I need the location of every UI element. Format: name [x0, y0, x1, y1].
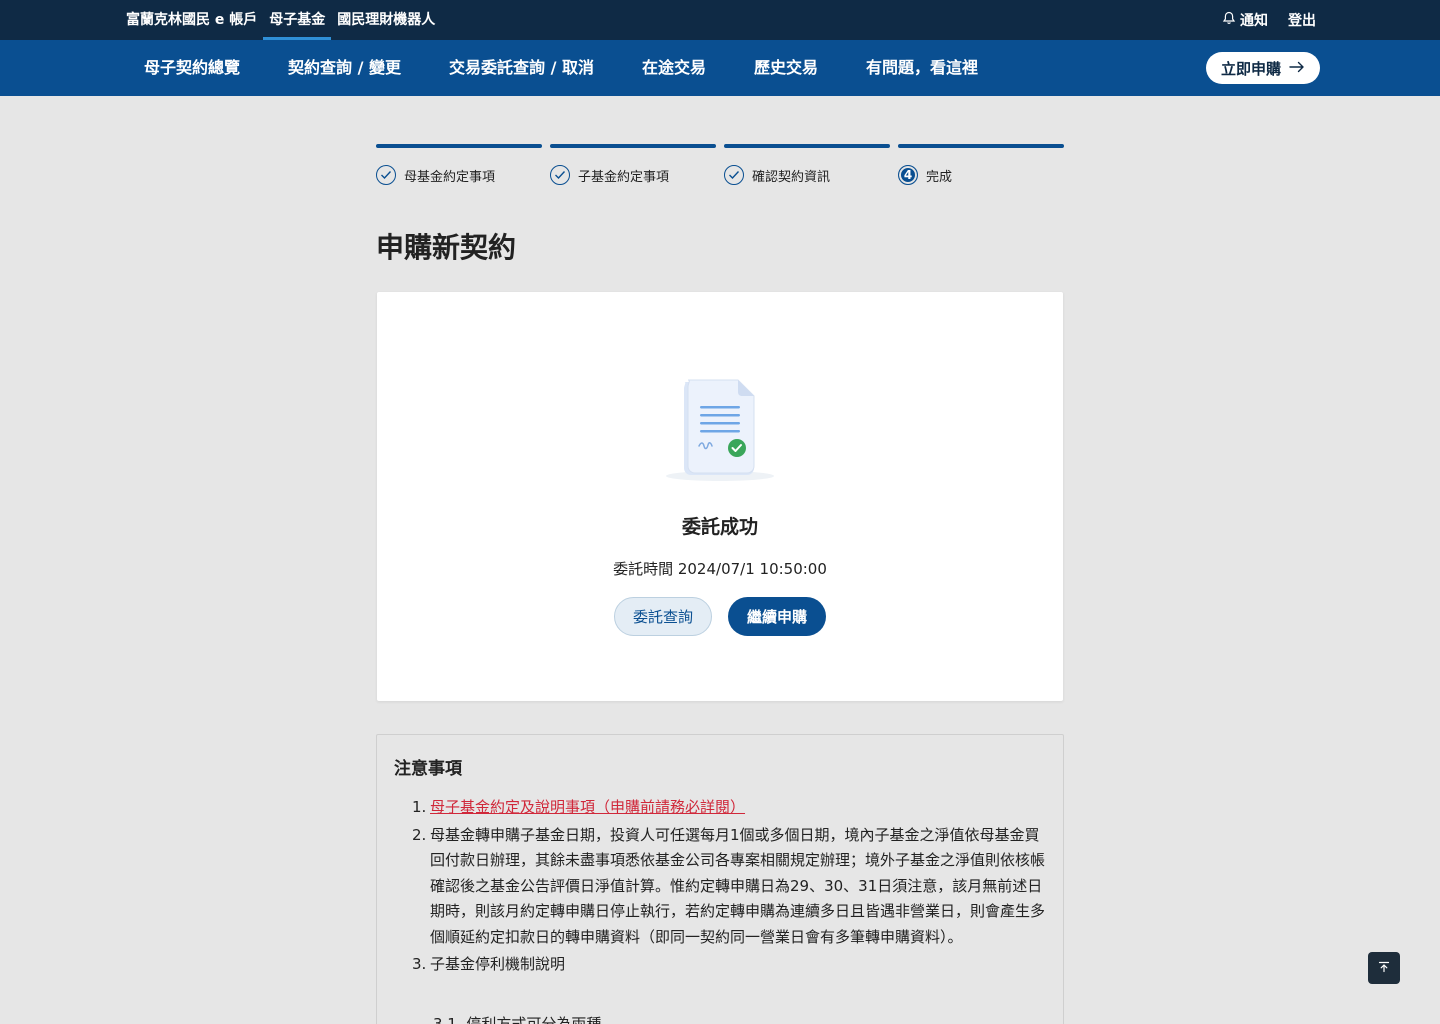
- note-text: 母基金轉申購子基金日期，投資人可任選每月1個或多個日期，境內子基金之淨值依母基金…: [430, 825, 1046, 946]
- step-1: 母基金約定事項: [376, 144, 542, 185]
- nav-pending-transactions[interactable]: 在途交易: [618, 40, 730, 96]
- step-2: 子基金約定事項: [550, 144, 716, 185]
- list-item: 1. 母子基金約定及說明事項（申購前請務必詳閱）: [412, 795, 1048, 821]
- main-navigation: 母子契約總覽 契約查詢 / 變更 交易委託查詢 / 取消 在途交易 歷史交易 有…: [0, 40, 1440, 96]
- success-title: 委託成功: [681, 516, 758, 538]
- entrust-time: 委託時間 2024/07/1 10:50:00: [613, 560, 827, 578]
- main-nav-items: 母子契約總覽 契約查詢 / 變更 交易委託查詢 / 取消 在途交易 歷史交易 有…: [120, 40, 1002, 96]
- step-label: 確認契約資訊: [752, 169, 831, 185]
- page-title: 申購新契約: [376, 231, 517, 264]
- apply-now-button[interactable]: 立即申購: [1206, 52, 1320, 84]
- document-success-icon: [660, 376, 780, 486]
- top-link-robo-advisor[interactable]: 國民理財機器人: [331, 0, 441, 40]
- arrow-up-to-top-icon: [1377, 959, 1391, 978]
- check-circle-icon: [376, 165, 396, 185]
- step-3: 確認契約資訊: [724, 144, 890, 185]
- top-links: 富蘭克林國民 e 帳戶 母子基金 國民理財機器人: [120, 0, 441, 40]
- top-right-actions: 通知 登出: [1222, 0, 1316, 40]
- step-4: 4 完成: [898, 144, 1064, 185]
- terms-link[interactable]: 母子基金約定及說明事項（申購前請務必詳閱）: [430, 798, 745, 816]
- nav-history-transactions[interactable]: 歷史交易: [730, 40, 842, 96]
- logout-link[interactable]: 登出: [1288, 10, 1316, 30]
- notes-section: 注意事項 1. 母子基金約定及說明事項（申購前請務必詳閱） 2. 母基金轉申購子…: [376, 734, 1064, 1024]
- bell-icon: [1222, 11, 1236, 29]
- step-label: 母基金約定事項: [404, 169, 496, 185]
- check-circle-icon: [724, 165, 744, 185]
- top-utility-bar: 富蘭克林國民 e 帳戶 母子基金 國民理財機器人 通知 登出: [0, 0, 1440, 40]
- top-link-mother-child-fund[interactable]: 母子基金: [263, 0, 332, 40]
- step-bar: [376, 144, 542, 148]
- sub-item-text: 3.1. 停利方式可分為兩種: [433, 1015, 602, 1024]
- step-number-badge: 4: [898, 165, 918, 185]
- list-item: 3. 子基金停利機制說明: [412, 952, 1048, 978]
- order-query-button[interactable]: 委託查詢: [614, 597, 712, 636]
- step-bar: [898, 144, 1064, 148]
- step-bar: [550, 144, 716, 148]
- check-circle-icon: [550, 165, 570, 185]
- continue-apply-button[interactable]: 繼續申購: [728, 597, 826, 636]
- nav-contract-query-change[interactable]: 契約查詢 / 變更: [264, 40, 425, 96]
- list-number: 3.: [412, 955, 427, 973]
- result-actions: 委託查詢 繼續申購: [614, 597, 826, 636]
- step-bar: [724, 144, 890, 148]
- nav-order-query-cancel[interactable]: 交易委託查詢 / 取消: [425, 40, 618, 96]
- notes-heading: 注意事項: [394, 759, 462, 779]
- list-number: 2.: [412, 825, 427, 844]
- nav-contract-overview[interactable]: 母子契約總覽: [120, 40, 264, 96]
- list-number: 1.: [412, 798, 427, 816]
- notification-button[interactable]: 通知: [1222, 10, 1268, 30]
- nav-faq[interactable]: 有問題，看這裡: [842, 40, 1002, 96]
- notes-list: 1. 母子基金約定及說明事項（申購前請務必詳閱） 2. 母基金轉申購子基金日期，…: [412, 795, 1048, 980]
- back-to-top-button[interactable]: [1368, 952, 1400, 984]
- top-link-e-account[interactable]: 富蘭克林國民 e 帳戶: [120, 0, 263, 40]
- step-label: 子基金約定事項: [578, 169, 670, 185]
- notification-label: 通知: [1240, 13, 1268, 29]
- progress-stepper: 母基金約定事項 子基金約定事項 確認契約資訊 4 完成: [376, 144, 1064, 185]
- list-item: 2. 母基金轉申購子基金日期，投資人可任選每月1個或多個日期，境內子基金之淨值依…: [412, 823, 1048, 951]
- result-card: 委託成功 委託時間 2024/07/1 10:50:00 委託查詢 繼續申購: [377, 292, 1063, 701]
- note-text: 子基金停利機制說明: [430, 955, 566, 973]
- apply-now-label: 立即申購: [1220, 59, 1281, 78]
- step-label: 完成: [926, 169, 953, 185]
- arrow-right-icon: [1289, 59, 1305, 77]
